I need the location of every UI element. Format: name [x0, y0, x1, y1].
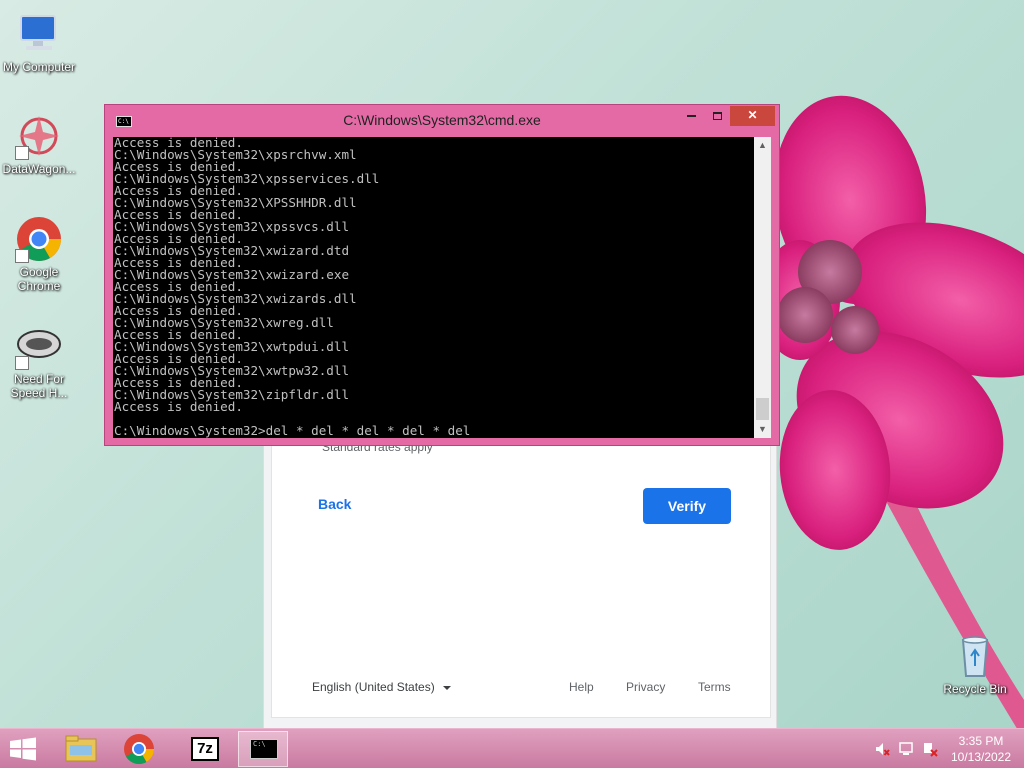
scroll-down-icon[interactable]: ▼ — [754, 421, 771, 438]
google-verify-card: Standard rates apply Back Verify English… — [271, 440, 771, 718]
google-verify-page: Standard rates apply Back Verify English… — [263, 440, 777, 728]
chrome-icon — [124, 734, 154, 765]
minimize-button[interactable] — [678, 106, 704, 126]
desktop-icon-datawagon[interactable]: DataWagon... — [0, 112, 78, 176]
clock[interactable]: 3:35 PM 10/13/2022 — [944, 733, 1018, 765]
console-line: Access is denied. — [114, 399, 243, 414]
7zip-icon: 7z — [191, 737, 219, 761]
maximize-button[interactable] — [704, 106, 730, 126]
shortcut-arrow-icon — [15, 146, 29, 160]
language-label: English (United States) — [312, 680, 435, 694]
desktop-icon-google-chrome[interactable]: Google Chrome — [0, 215, 78, 293]
desktop-icon-my-computer[interactable]: My Computer — [0, 10, 78, 74]
caret-down-icon — [442, 685, 451, 690]
back-button[interactable]: Back — [312, 488, 357, 520]
minimize-icon — [686, 114, 696, 117]
recycle-bin-icon — [951, 632, 999, 680]
verify-button[interactable]: Verify — [643, 488, 731, 524]
scroll-up-icon[interactable]: ▲ — [754, 137, 771, 154]
clock-time: 3:35 PM — [958, 734, 1004, 748]
help-link[interactable]: Help — [569, 680, 594, 694]
shortcut-arrow-icon — [15, 249, 29, 263]
computer-icon — [15, 10, 63, 58]
privacy-link[interactable]: Privacy — [626, 680, 665, 694]
cmd-titlebar[interactable]: C:\ C:\Windows\System32\cmd.exe ✕ — [105, 105, 779, 137]
windows-logo-icon — [10, 737, 36, 761]
cmd-window[interactable]: C:\ C:\Windows\System32\cmd.exe ✕ Access… — [104, 104, 780, 446]
file-explorer-icon — [65, 735, 97, 762]
vertical-scrollbar[interactable]: ▲ ▼ — [754, 137, 771, 438]
close-icon: ✕ — [747, 108, 758, 122]
maximize-icon — [712, 111, 722, 120]
desktop-icon-recycle-bin[interactable]: Recycle Bin — [936, 632, 1014, 696]
terms-link[interactable]: Terms — [698, 680, 731, 694]
clock-date: 10/13/2022 — [950, 750, 1012, 764]
scroll-thumb[interactable] — [756, 398, 769, 420]
close-button[interactable]: ✕ — [730, 106, 775, 126]
datawagon-icon — [15, 112, 63, 160]
console-line: C:\Windows\System32>del * del * del * de… — [114, 423, 471, 438]
taskbar-7zip[interactable]: 7z — [180, 731, 230, 767]
cmd-icon: C:\ — [250, 739, 278, 759]
volume-muted-icon[interactable] — [874, 741, 890, 757]
game-icon — [15, 322, 63, 370]
chrome-icon — [15, 215, 63, 263]
network-icon[interactable] — [898, 741, 914, 757]
language-selector[interactable]: English (United States) — [312, 680, 451, 694]
taskbar-cmd[interactable]: C:\ — [238, 731, 288, 767]
taskbar-file-explorer[interactable] — [56, 731, 106, 767]
taskbar: 7z C:\ 3:35 PM 10/13/2022 — [0, 728, 1024, 768]
taskbar-chrome[interactable] — [114, 731, 164, 767]
shortcut-arrow-icon — [15, 356, 29, 370]
start-button[interactable] — [8, 737, 38, 761]
desktop-icon-need-for-speed[interactable]: Need For Speed H... — [0, 322, 78, 400]
action-center-icon[interactable] — [922, 741, 938, 757]
console-output[interactable]: Access is denied. C:\Windows\System32\xps… — [113, 137, 754, 438]
